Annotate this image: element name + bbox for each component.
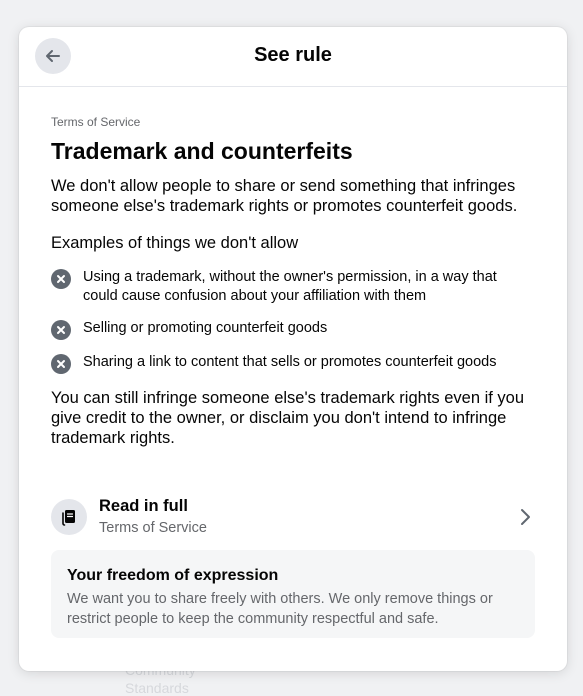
document-icon: [51, 499, 87, 535]
list-item: Using a trademark, without the owner's p…: [51, 268, 535, 306]
list-item: Selling or promoting counterfeit goods: [51, 319, 535, 340]
see-rule-dialog: See rule Terms of Service Trademark and …: [19, 27, 567, 671]
freedom-text: We want you to share freely with others.…: [67, 591, 493, 627]
rule-content: Terms of Service Trademark and counterfe…: [51, 115, 535, 448]
freedom-of-expression-card: Your freedom of expression We want you t…: [51, 550, 535, 638]
x-circle-icon: [51, 354, 71, 374]
rule-heading: Trademark and counterfeits: [51, 138, 353, 164]
examples-list: Using a trademark, without the owner's p…: [51, 268, 535, 374]
rule-description: We don't allow people to share or send s…: [51, 177, 518, 215]
example-text: Selling or promoting counterfeit goods: [83, 320, 328, 336]
rule-category: Terms of Service: [51, 115, 141, 129]
freedom-title: Your freedom of expression: [67, 567, 279, 584]
example-text: Sharing a link to content that sells or …: [83, 354, 497, 370]
read-in-full-link[interactable]: Read in full Terms of Service: [51, 491, 535, 543]
rule-note: You can still infringe someone else's tr…: [51, 389, 525, 447]
dialog-title: See rule: [254, 44, 332, 66]
read-in-full-title: Read in full: [99, 497, 188, 515]
dialog-header: See rule: [19, 27, 567, 87]
examples-title: Examples of things we don't allow: [51, 234, 299, 252]
example-text: Using a trademark, without the owner's p…: [83, 269, 497, 304]
list-item: Sharing a link to content that sells or …: [51, 353, 535, 374]
read-in-full-text: Read in full Terms of Service: [99, 496, 515, 538]
chevron-right-icon: [515, 507, 535, 527]
x-circle-icon: [51, 269, 71, 289]
read-in-full-subtitle: Terms of Service: [99, 520, 207, 536]
x-circle-icon: [51, 320, 71, 340]
